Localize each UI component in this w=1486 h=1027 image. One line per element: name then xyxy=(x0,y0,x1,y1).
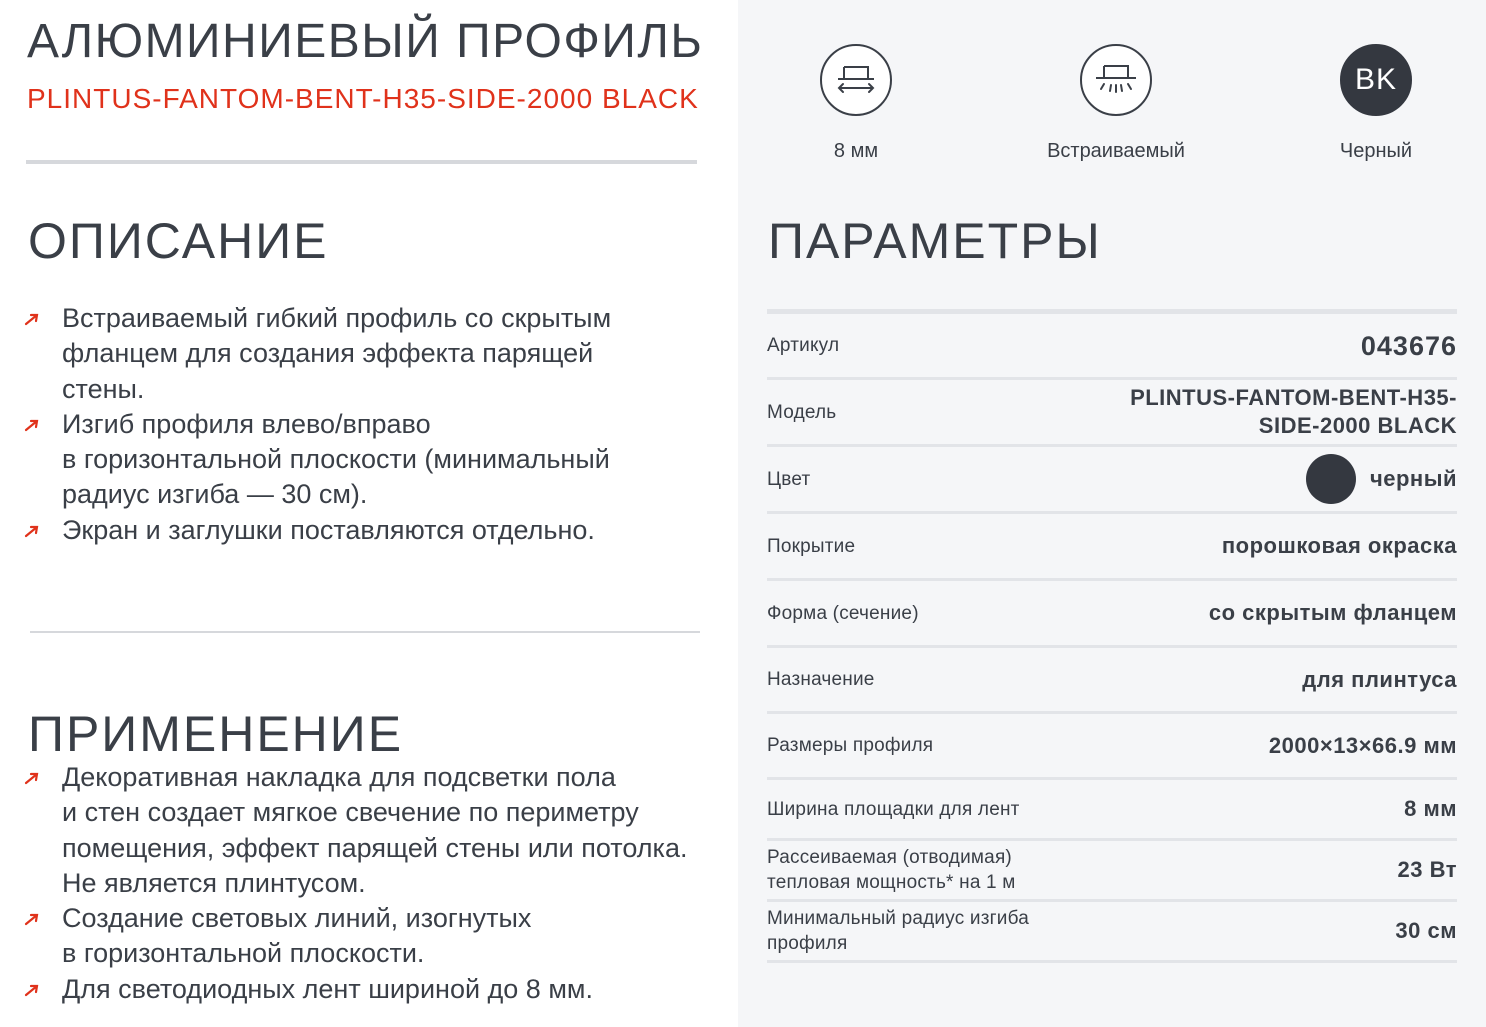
color-swatch xyxy=(1305,454,1356,504)
param-value: 8 мм xyxy=(1404,796,1457,821)
width-profile-icon xyxy=(820,44,892,116)
left-column: АЛЮМИНИЕВЫЙ ПРОФИЛЬ PLINTUS-FANTOM-BENT-… xyxy=(0,0,738,1027)
feature-icons-row: 8 мм Встраиваемый BK Черный xyxy=(738,0,1486,180)
param-value: 2000×13×66.9 мм xyxy=(1268,732,1457,758)
param-value: 30 см xyxy=(1395,918,1457,943)
table-row: Артикул 043676 xyxy=(767,314,1457,380)
param-key: Форма (сечение) xyxy=(767,602,919,624)
description-item-text: Экран и заглушки поставляются отдельно. xyxy=(62,514,595,545)
table-row: Минимальный радиус изгиба профиля 30 см xyxy=(767,902,1457,963)
table-row: Размеры профиля 2000×13×66.9 мм xyxy=(767,714,1457,780)
list-item: Для светодиодных лент шириной до 8 мм. xyxy=(24,972,714,1007)
table-row: Назначение для плинтуса xyxy=(767,648,1457,714)
application-item-text: Декоративная накладка для подсветки пола… xyxy=(62,762,688,898)
section-divider xyxy=(30,631,700,633)
param-key: Артикул xyxy=(767,335,840,356)
description-list: Встраиваемый гибкий профиль со скрытым ф… xyxy=(24,301,664,548)
param-value: для плинтуса xyxy=(1302,666,1457,692)
application-heading: ПРИМЕНЕНИЕ xyxy=(28,706,404,762)
feature-label: Черный xyxy=(1339,140,1413,162)
param-key: Цвет xyxy=(767,468,811,490)
param-value: 043676 xyxy=(1360,330,1457,361)
color-badge: BK xyxy=(1340,44,1412,116)
param-value-color: черный xyxy=(1305,454,1457,504)
feature-label: Встраиваемый xyxy=(1047,140,1185,162)
table-row: Модель PLINTUS-FANTOM-BENT-H35- SIDE-200… xyxy=(767,380,1457,447)
feature-width: 8 мм xyxy=(756,44,956,163)
list-item: Создание световых линий, изогнутых в гор… xyxy=(24,901,714,972)
arrow-bullet-icon xyxy=(24,419,39,431)
arrow-bullet-icon xyxy=(24,525,39,537)
page-title: АЛЮМИНИЕВЫЙ ПРОФИЛЬ xyxy=(27,15,704,68)
param-key: Минимальный радиус изгиба профиля xyxy=(767,908,1029,954)
recessed-profile-icon xyxy=(1080,44,1152,116)
description-item-text: Изгиб профиля влево/вправо в горизонталь… xyxy=(62,408,610,510)
arrow-bullet-icon xyxy=(24,914,39,926)
param-key: Ширина площадки для лент xyxy=(767,798,1020,820)
table-row: Рассеиваемая (отводимая) тепловая мощнос… xyxy=(767,841,1457,902)
param-value: со скрытым фланцем xyxy=(1208,600,1457,625)
application-item-text: Для светодиодных лент шириной до 8 мм. xyxy=(62,973,593,1004)
param-key: Покрытие xyxy=(767,535,856,557)
application-item-text: Создание световых линий, изогнутых в гор… xyxy=(62,903,532,969)
table-row: Покрытие порошковая окраска xyxy=(767,514,1457,581)
param-value: 23 Вт xyxy=(1397,857,1457,882)
param-value: PLINTUS-FANTOM-BENT-H35- SIDE-2000 BLACK xyxy=(1130,385,1457,438)
table-row: Ширина площадки для лент 8 мм xyxy=(767,780,1457,841)
list-item: Декоративная накладка для подсветки пола… xyxy=(24,760,714,901)
feature-color: BK Черный xyxy=(1276,44,1476,163)
product-model-subtitle: PLINTUS-FANTOM-BENT-H35-SIDE-2000 BLACK xyxy=(27,83,699,114)
param-key: Назначение xyxy=(767,669,875,690)
param-key: Рассеиваемая (отводимая) тепловая мощнос… xyxy=(767,847,1016,893)
header-divider xyxy=(26,160,697,164)
arrow-bullet-icon xyxy=(24,984,39,996)
param-value: черный xyxy=(1369,466,1457,491)
description-item-text: Встраиваемый гибкий профиль со скрытым ф… xyxy=(62,303,612,404)
feature-label: 8 мм xyxy=(833,140,879,162)
table-row: Цвет черный xyxy=(767,447,1457,514)
arrow-bullet-icon xyxy=(24,772,39,785)
list-item: Экран и заглушки поставляются отдельно. xyxy=(24,513,664,548)
parameters-heading: ПАРАМЕТРЫ xyxy=(768,213,1102,269)
arrow-bullet-icon xyxy=(24,313,39,326)
param-key: Размеры профиля xyxy=(767,735,934,756)
description-heading: ОПИСАНИЕ xyxy=(28,213,329,269)
param-value: порошковая окраска xyxy=(1221,533,1457,558)
table-row: Форма (сечение) со скрытым фланцем xyxy=(767,581,1457,648)
feature-mount-type: Встраиваемый xyxy=(1016,44,1216,163)
application-list: Декоративная накладка для подсветки пола… xyxy=(24,760,714,1007)
right-column: 8 мм Встраиваемый BK Черный ПАРАМЕТРЫ Ар… xyxy=(738,0,1486,1027)
list-item: Изгиб профиля влево/вправо в горизонталь… xyxy=(24,407,664,513)
param-key: Модель xyxy=(767,401,837,423)
list-item: Встраиваемый гибкий профиль со скрытым ф… xyxy=(24,301,664,407)
